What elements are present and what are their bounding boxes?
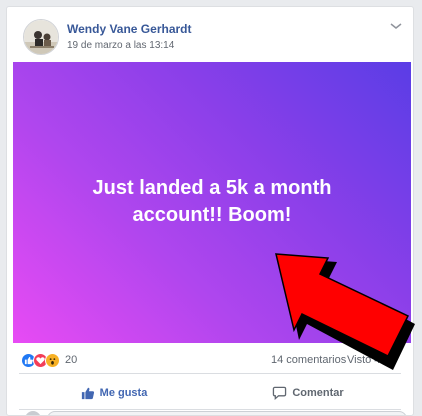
comment-button[interactable]: Comentar	[213, 377, 403, 409]
chevron-down-icon[interactable]	[389, 21, 403, 31]
post-card: Wendy Vane Gerhardt 19 de marzo a las 13…	[6, 6, 414, 416]
reactions-summary[interactable]: 20	[21, 352, 77, 368]
reaction-count: 20	[65, 354, 78, 366]
post-image-text: Just landed a 5k a month account!! Boom!	[92, 177, 332, 226]
wow-icon	[45, 352, 60, 368]
comment-button-label: Comentar	[292, 387, 344, 399]
comment-icon	[273, 386, 287, 400]
post-actions: Me gusta Comentar	[7, 377, 413, 409]
views-count: Visto 4	[347, 354, 381, 366]
author-name[interactable]: Wendy Vane Gerhardt	[67, 22, 191, 36]
avatar-image	[24, 20, 58, 54]
divider	[19, 373, 401, 374]
comments-count[interactable]: 14 comentarios	[271, 354, 346, 366]
comment-composer	[25, 411, 407, 415]
like-button-label: Me gusta	[99, 387, 148, 399]
post-timestamp[interactable]: 19 de marzo a las 13:14	[67, 40, 174, 51]
post-header: Wendy Vane Gerhardt 19 de marzo a las 13…	[7, 7, 413, 63]
viewer-avatar	[25, 411, 41, 415]
like-button[interactable]: Me gusta	[19, 377, 209, 409]
divider	[19, 409, 401, 410]
comment-input[interactable]	[47, 411, 407, 415]
post-image[interactable]: Just landed a 5k a month account!! Boom!	[13, 62, 411, 343]
thumbs-up-icon	[81, 387, 94, 400]
author-avatar[interactable]	[23, 19, 59, 55]
post-stats: 20 14 comentarios Visto 4	[7, 349, 413, 371]
